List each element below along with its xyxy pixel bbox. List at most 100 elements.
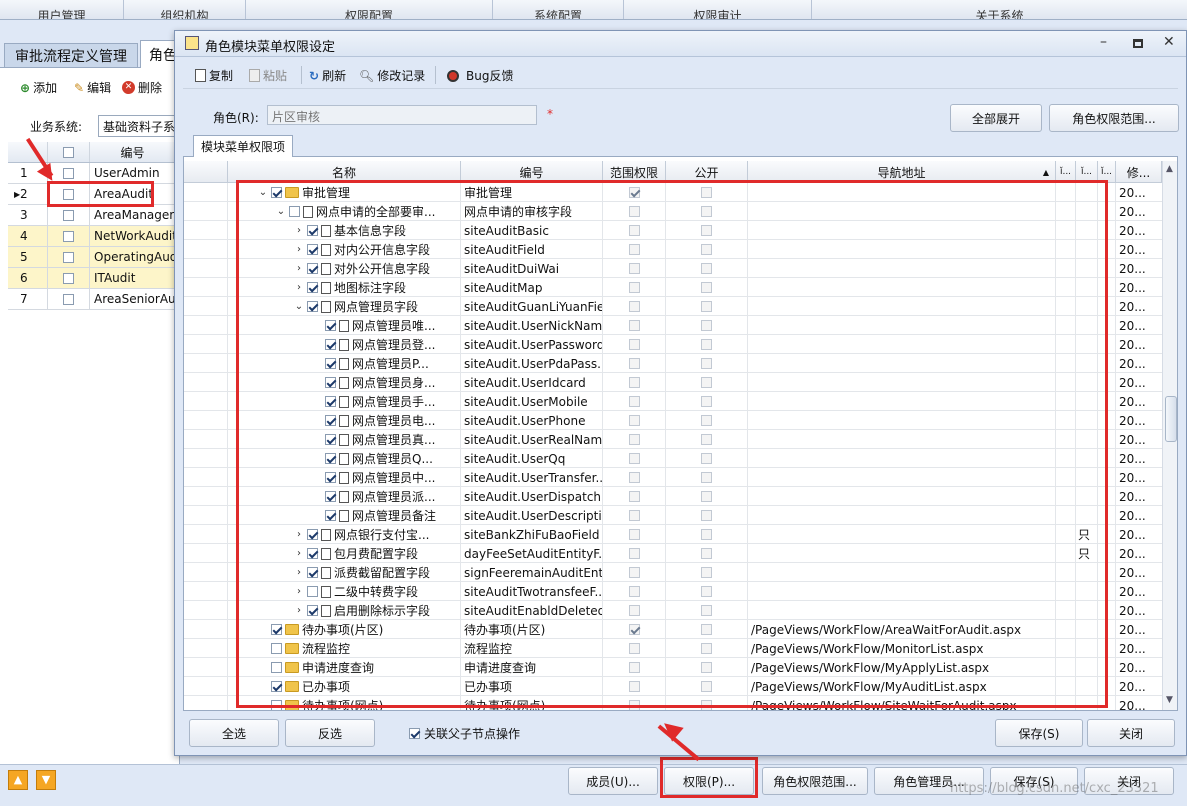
top-module-tabs: 用户管理 组织机构 权限配置 系统配置 权限审计 关于系统 [0,0,1187,20]
select-all-button[interactable]: 全选 [189,719,279,747]
role-row-checkbox[interactable] [63,167,74,179]
row-number: 3 [20,208,28,222]
role-field-input[interactable]: 片区审核 [267,105,537,125]
role-code: ITAudit [94,271,136,285]
column-modified-header[interactable]: 修... [1116,161,1162,183]
top-tab-permission-config[interactable]: 权限配置 [246,0,493,19]
modified-date: 20... [1119,223,1146,238]
scrollbar-thumb[interactable] [1165,396,1177,442]
business-system-label: 业务系统: [30,120,83,134]
minimize-icon[interactable]: – [1100,34,1107,50]
modified-date: 20... [1119,603,1146,618]
business-system-input[interactable]: 基础资料子系 [98,115,180,137]
role-scope-dialog-button[interactable]: 角色权限范围... [1049,104,1179,132]
change-log-button[interactable]: 🔍︎ 修改记录 [359,67,425,84]
row-number: 4 [20,229,28,243]
modified-date: 20... [1119,698,1146,711]
role-row[interactable]: 4 NetWorkAudit [8,226,175,247]
bug-feedback-button[interactable]: Bug反馈 [447,67,513,84]
save-button[interactable]: 保存(S) [995,719,1083,747]
role-row[interactable]: 3 AreaManagerA [8,205,175,226]
move-up-button[interactable]: ▲ [8,770,28,790]
role-row-checkbox[interactable] [63,293,74,305]
modified-date: 20... [1119,261,1146,276]
tab-approval-flow[interactable]: 审批流程定义管理 [4,43,138,68]
role-row[interactable]: 5 OperatingAudit [8,247,175,268]
link-parent-checkbox[interactable] [409,728,420,739]
dialog-title: 角色模块菜单权限设定 [205,40,336,55]
vertical-scrollbar[interactable]: ▲ ▼ [1162,161,1177,710]
role-code: OperatingAudit [94,250,175,264]
modified-date: 20... [1119,280,1146,295]
background-toolbar: ⊕ 添加 ✎ 编辑 ✕ 删除 [8,76,180,98]
refresh-button[interactable]: ↻ 刷新 [309,67,346,84]
bug-icon [447,69,459,82]
top-tab-permission-audit[interactable]: 权限审计 [624,0,812,19]
tab-module-menu-permissions[interactable]: 模块菜单权限项 [193,135,293,157]
modified-date: 20... [1119,318,1146,333]
delete-button[interactable]: ✕ 删除 [122,79,162,96]
modified-date: 20... [1119,299,1146,314]
row-number: 7 [20,292,28,306]
sort-ascending-icon: ▲ [1042,167,1049,177]
expand-all-button[interactable]: 全部展开 [950,104,1042,132]
role-row-checkbox[interactable] [63,251,74,263]
toolbar-separator [301,66,302,84]
invert-selection-button[interactable]: 反选 [285,719,375,747]
toolbar-separator [435,66,436,84]
row-number: 5 [20,250,28,264]
column-code-header: 编号 [120,145,145,160]
edit-button[interactable]: ✎ 编辑 [74,79,111,96]
modified-date: 20... [1119,489,1146,504]
highlight-box-permission [660,757,758,798]
add-button[interactable]: ⊕ 添加 [20,79,57,96]
modified-date: 20... [1119,413,1146,428]
scroll-down-icon[interactable]: ▼ [1166,695,1173,705]
role-field-label: 角色(R): [213,111,259,125]
modified-date: 20... [1119,584,1146,599]
members-button[interactable]: 成员(U)... [568,767,658,795]
modified-date: 20... [1119,185,1146,200]
modified-date: 20... [1119,204,1146,219]
role-scope-button[interactable]: 角色权限范围... [762,767,868,795]
modified-date: 20... [1119,565,1146,580]
role-row-checkbox[interactable] [63,230,74,242]
role-code: AreaManagerA [94,208,175,222]
role-row[interactable]: 7 AreaSeniorAud [8,289,175,310]
select-all-roles-checkbox[interactable] [63,146,74,158]
top-tab-user-management[interactable]: 用户管理 [0,0,124,19]
top-tab-about[interactable]: 关于系统 [812,0,1187,20]
maximize-icon[interactable] [1133,39,1143,48]
modified-date: 20... [1119,622,1146,637]
row-number: 6 [20,271,28,285]
modified-date: 20... [1119,394,1146,409]
modified-date: 20... [1119,508,1146,523]
modified-date: 20... [1119,375,1146,390]
close-icon[interactable]: ✕ [1163,34,1175,50]
modified-date: 20... [1119,527,1146,542]
dialog-app-icon [185,36,199,50]
role-code: NetWorkAudit [94,229,175,243]
move-down-button[interactable]: ▼ [36,770,56,790]
top-tab-system-config[interactable]: 系统配置 [493,0,624,19]
modified-date: 20... [1119,470,1146,485]
role-row-checkbox[interactable] [63,272,74,284]
row-number: 1 [20,166,28,180]
link-parent-option[interactable]: 关联父子节点操作 [409,725,520,742]
refresh-icon: ↻ [309,68,320,83]
search-log-icon: 🔍︎ [359,68,375,83]
paste-button[interactable]: 粘贴 [249,67,287,84]
close-button[interactable]: 关闭 [1087,719,1175,747]
scroll-up-icon[interactable]: ▲ [1166,164,1173,174]
highlight-box-grid [236,180,1108,708]
modified-date: 20... [1119,679,1146,694]
top-tab-organization[interactable]: 组织机构 [124,0,246,19]
add-icon: ⊕ [20,80,31,95]
role-row[interactable]: 6 ITAudit [8,268,175,289]
delete-icon: ✕ [122,81,135,94]
background-main-tabs: 审批流程定义管理 角色 [0,40,180,68]
paste-icon [249,69,260,82]
role-code: UserAdmin [94,166,160,180]
role-row-checkbox[interactable] [63,209,74,221]
copy-button[interactable]: 复制 [195,67,233,84]
